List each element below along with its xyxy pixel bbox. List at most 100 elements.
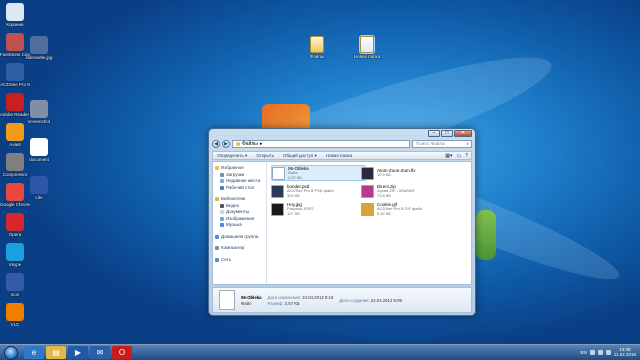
music-icon — [220, 223, 224, 228]
video-icon — [220, 203, 224, 208]
taskbar-app-media-icon[interactable]: ▶ — [68, 346, 88, 359]
nav-network[interactable]: Сеть — [215, 257, 264, 264]
star-icon — [215, 166, 219, 171]
file-item[interactable]: Hoy.jpg Рисунок JPEG 127 КБ — [271, 201, 366, 217]
maximize-button[interactable]: □ — [441, 130, 453, 137]
details-created-key: Дата создания: — [339, 297, 370, 303]
folder-icon — [236, 142, 240, 146]
nav-item-music[interactable]: Музыка — [215, 222, 264, 229]
clock-date: 11.02.2015 — [613, 352, 636, 357]
desktop-icon-9[interactable]: Icon — [0, 273, 30, 297]
folder-icon — [310, 36, 324, 53]
open-button[interactable]: Открыть — [256, 153, 274, 158]
app-icon — [6, 183, 24, 201]
app-icon — [6, 93, 24, 111]
close-button[interactable]: ✕ — [454, 130, 472, 137]
file-size: 127 КБ — [287, 210, 300, 216]
details-file-name: 06-Obleka — [241, 294, 262, 300]
desktop-icon-col2-2[interactable]: document — [24, 138, 54, 162]
desktop-icon-10[interactable]: VLC — [0, 303, 30, 327]
app-icon — [6, 213, 24, 231]
app-icon — [6, 243, 24, 261]
file-thumbnail-icon — [271, 184, 284, 198]
desktop-icon-7[interactable]: Opera — [0, 213, 30, 237]
minimize-button[interactable]: – — [428, 130, 440, 137]
search-icon: ⌕ — [466, 141, 469, 147]
app-icon — [6, 303, 24, 321]
desktop-icon-label: screenshot — [27, 119, 50, 124]
file-icon — [30, 176, 48, 194]
recent-places-icon — [220, 179, 224, 184]
desktop-icon-label: Icon — [10, 292, 20, 297]
new-folder-button[interactable]: Новая папка — [326, 153, 352, 158]
clock[interactable]: 13:38 11.02.2015 — [614, 347, 636, 357]
windows-logo-green — [476, 210, 496, 260]
desktop-icon-8[interactable]: Skype — [0, 243, 30, 267]
network-icon — [215, 257, 219, 262]
desktop-icon-label: ACDSee Pro 8 — [0, 82, 30, 87]
details-size: 2,57 КБ — [284, 300, 300, 306]
desktop-icon-label: Opera — [8, 232, 22, 237]
window-controls: – □ ✕ — [428, 130, 472, 137]
start-button[interactable] — [4, 346, 18, 360]
downloads-icon — [220, 172, 224, 177]
explorer-window[interactable]: – □ ✕ ◀ ▶ Файлы ▸ Поиск: Файлы ⌕ Упорядо… — [208, 128, 476, 316]
file-icon — [30, 36, 48, 54]
navigation-pane: Избранное Загрузки Недавние места Рабочи… — [213, 162, 267, 284]
taskbar-app-opera-icon[interactable]: O — [112, 346, 132, 359]
nav-homegroup[interactable]: Домашняя группа — [215, 234, 264, 241]
language-indicator[interactable]: EN — [581, 350, 587, 355]
file-size: 2,57 КБ — [288, 174, 302, 180]
file-thumbnail-icon — [361, 166, 374, 180]
file-icon — [30, 138, 48, 156]
preview-pane-icon[interactable]: ▭ — [456, 153, 461, 159]
view-options-icon[interactable]: ▦▾ — [445, 153, 452, 159]
nav-computer[interactable]: Компьютер — [215, 245, 264, 252]
file-item[interactable]: bonder.psd ACDSee Pro 8 PSD файл 302 КБ — [271, 183, 366, 199]
desktop-icon-label: Корзина — [6, 22, 24, 27]
details-size-key: Размер: — [267, 300, 284, 306]
network-status-icon[interactable] — [597, 349, 603, 355]
file-size: 302 КБ — [287, 192, 300, 198]
file-preview-thumbnail — [219, 290, 235, 310]
desktop-icon-col2-1[interactable]: screenshot — [24, 100, 54, 124]
computer-icon — [215, 246, 219, 251]
homegroup-icon — [215, 234, 219, 239]
library-icon — [215, 197, 219, 202]
back-button[interactable]: ◀ — [212, 140, 220, 148]
address-bar[interactable]: Файлы ▸ — [232, 140, 410, 148]
help-icon[interactable]: ? — [465, 153, 468, 159]
desktop-folder-0[interactable]: Файлы — [302, 36, 332, 59]
forward-button[interactable]: ▶ — [222, 140, 230, 148]
share-button[interactable]: Общий доступ ▾ — [283, 153, 317, 159]
file-size: 10,9 КБ — [377, 172, 391, 178]
volume-icon[interactable] — [605, 349, 611, 355]
file-item[interactable]: Direct.zip Архив ZIP - WinRAR 73,8 КБ — [361, 183, 456, 199]
file-item[interactable]: Atom-Zoon-Zum.flv 10,9 КБ — [361, 165, 456, 181]
desktop-icon-col2-0[interactable]: sideswitle.jpg — [24, 36, 54, 60]
desktop-icon-col2-3[interactable]: Lite — [24, 176, 54, 200]
command-bar: Упорядочить ▾ Открыть Общий доступ ▾ Нов… — [212, 151, 472, 160]
desktop-icon-label: Google Chrome — [0, 202, 30, 207]
file-icon — [30, 100, 48, 118]
pictures-icon — [220, 216, 224, 221]
taskbar-app-explorer-icon[interactable]: ▤ — [46, 346, 66, 359]
organize-button[interactable]: Упорядочить ▾ — [217, 153, 247, 159]
taskbar-app-mail-icon[interactable]: ✉ — [90, 346, 110, 359]
app-icon — [6, 153, 24, 171]
details-modified: 24.04.2012 9:19 — [302, 294, 334, 300]
app-icon — [6, 33, 24, 51]
desktop-icon-2[interactable]: ACDSee Pro 8 — [0, 63, 30, 87]
nav-item-desktop[interactable]: Рабочий стол — [215, 185, 264, 192]
app-icon — [6, 273, 24, 291]
search-input[interactable]: Поиск: Файлы ⌕ — [412, 140, 472, 148]
taskbar-app-ie-icon[interactable]: e — [24, 346, 44, 359]
file-item[interactable]: Cookie.gif ACDSee Pro 8 GIF файл 9,42 КБ — [361, 201, 456, 217]
file-thumbnail-icon — [271, 202, 284, 216]
flag-icon[interactable] — [589, 349, 595, 355]
desktop-icon-0[interactable]: Корзина — [0, 3, 30, 27]
taskbar: e ▤ ▶ ✉ O EN 13:38 11.02.2015 — [0, 344, 640, 360]
desktop-folder-1[interactable]: Новая папка — [352, 35, 382, 59]
file-size: 9,42 КБ — [377, 210, 391, 216]
file-item[interactable]: 06-Obleka Файл 2,57 КБ — [271, 165, 366, 181]
